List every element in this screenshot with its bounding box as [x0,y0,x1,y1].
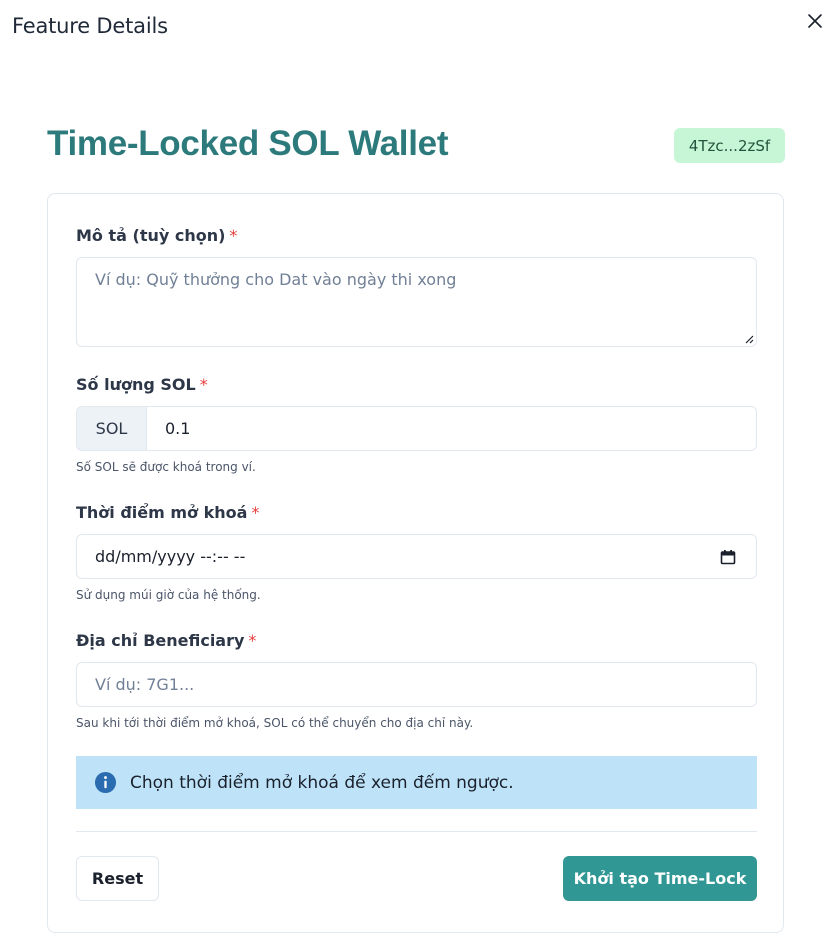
beneficiary-helper-text: Sau khi tới thời điểm mở khoá, SOL có th… [76,716,474,730]
amount-input-group: SOL 0.1 [76,406,757,451]
countdown-info-alert: Chọn thời điểm mở khoá để xem đếm ngược. [76,756,757,809]
sol-addon: SOL [76,406,146,451]
beneficiary-label-text: Địa chỉ Beneficiary [76,631,245,650]
resize-grip-icon[interactable] [744,334,754,344]
unlock-time-label-text: Thời điểm mở khoá [76,503,248,522]
amount-label-text: Số lượng SOL [76,375,196,394]
unlock-time-helper-text: Sử dụng múi giờ của hệ thống. [76,588,261,602]
create-time-lock-button[interactable]: Khởi tạo Time-Lock [563,856,757,901]
unlock-datetime-value: dd/mm/yyyy --:-- -- [95,547,246,566]
close-icon [808,14,822,28]
beneficiary-label: Địa chỉ Beneficiary * [76,631,256,650]
beneficiary-address-input[interactable]: Ví dụ: 7G1... [76,662,757,707]
unlock-time-label: Thời điểm mở khoá * [76,503,259,522]
time-lock-form-card: Mô tả (tuỳ chọn) * Ví dụ: Quỹ thưởng cho … [47,193,784,933]
app-title: Time-Locked SOL Wallet [47,124,449,163]
footer-divider [76,831,757,832]
close-button[interactable] [802,8,824,34]
amount-input[interactable]: 0.1 [146,406,757,451]
description-label-text: Mô tả (tuỳ chọn) [76,226,226,245]
calendar-icon[interactable] [720,549,736,565]
required-mark: * [251,503,260,522]
required-mark: * [229,226,238,245]
info-alert-text: Chọn thời điểm mở khoá để xem đếm ngược. [130,772,514,793]
required-mark: * [199,375,208,394]
description-placeholder: Ví dụ: Quỹ thưởng cho Dat vào ngày thi x… [95,270,457,289]
info-icon [94,771,117,794]
amount-helper-text: Số SOL sẽ được khoá trong ví. [76,460,256,474]
unlock-datetime-input[interactable]: dd/mm/yyyy --:-- -- [76,534,757,579]
required-mark: * [248,631,257,650]
amount-label: Số lượng SOL * [76,375,208,394]
description-textarea[interactable]: Ví dụ: Quỹ thưởng cho Dat vào ngày thi x… [76,257,757,347]
dialog-title: Feature Details [12,14,168,38]
reset-button[interactable]: Reset [76,856,159,901]
description-label: Mô tả (tuỳ chọn) * [76,226,237,245]
beneficiary-placeholder: Ví dụ: 7G1... [95,675,195,694]
wallet-address-badge[interactable]: 4Tzc...2zSf [674,128,785,163]
